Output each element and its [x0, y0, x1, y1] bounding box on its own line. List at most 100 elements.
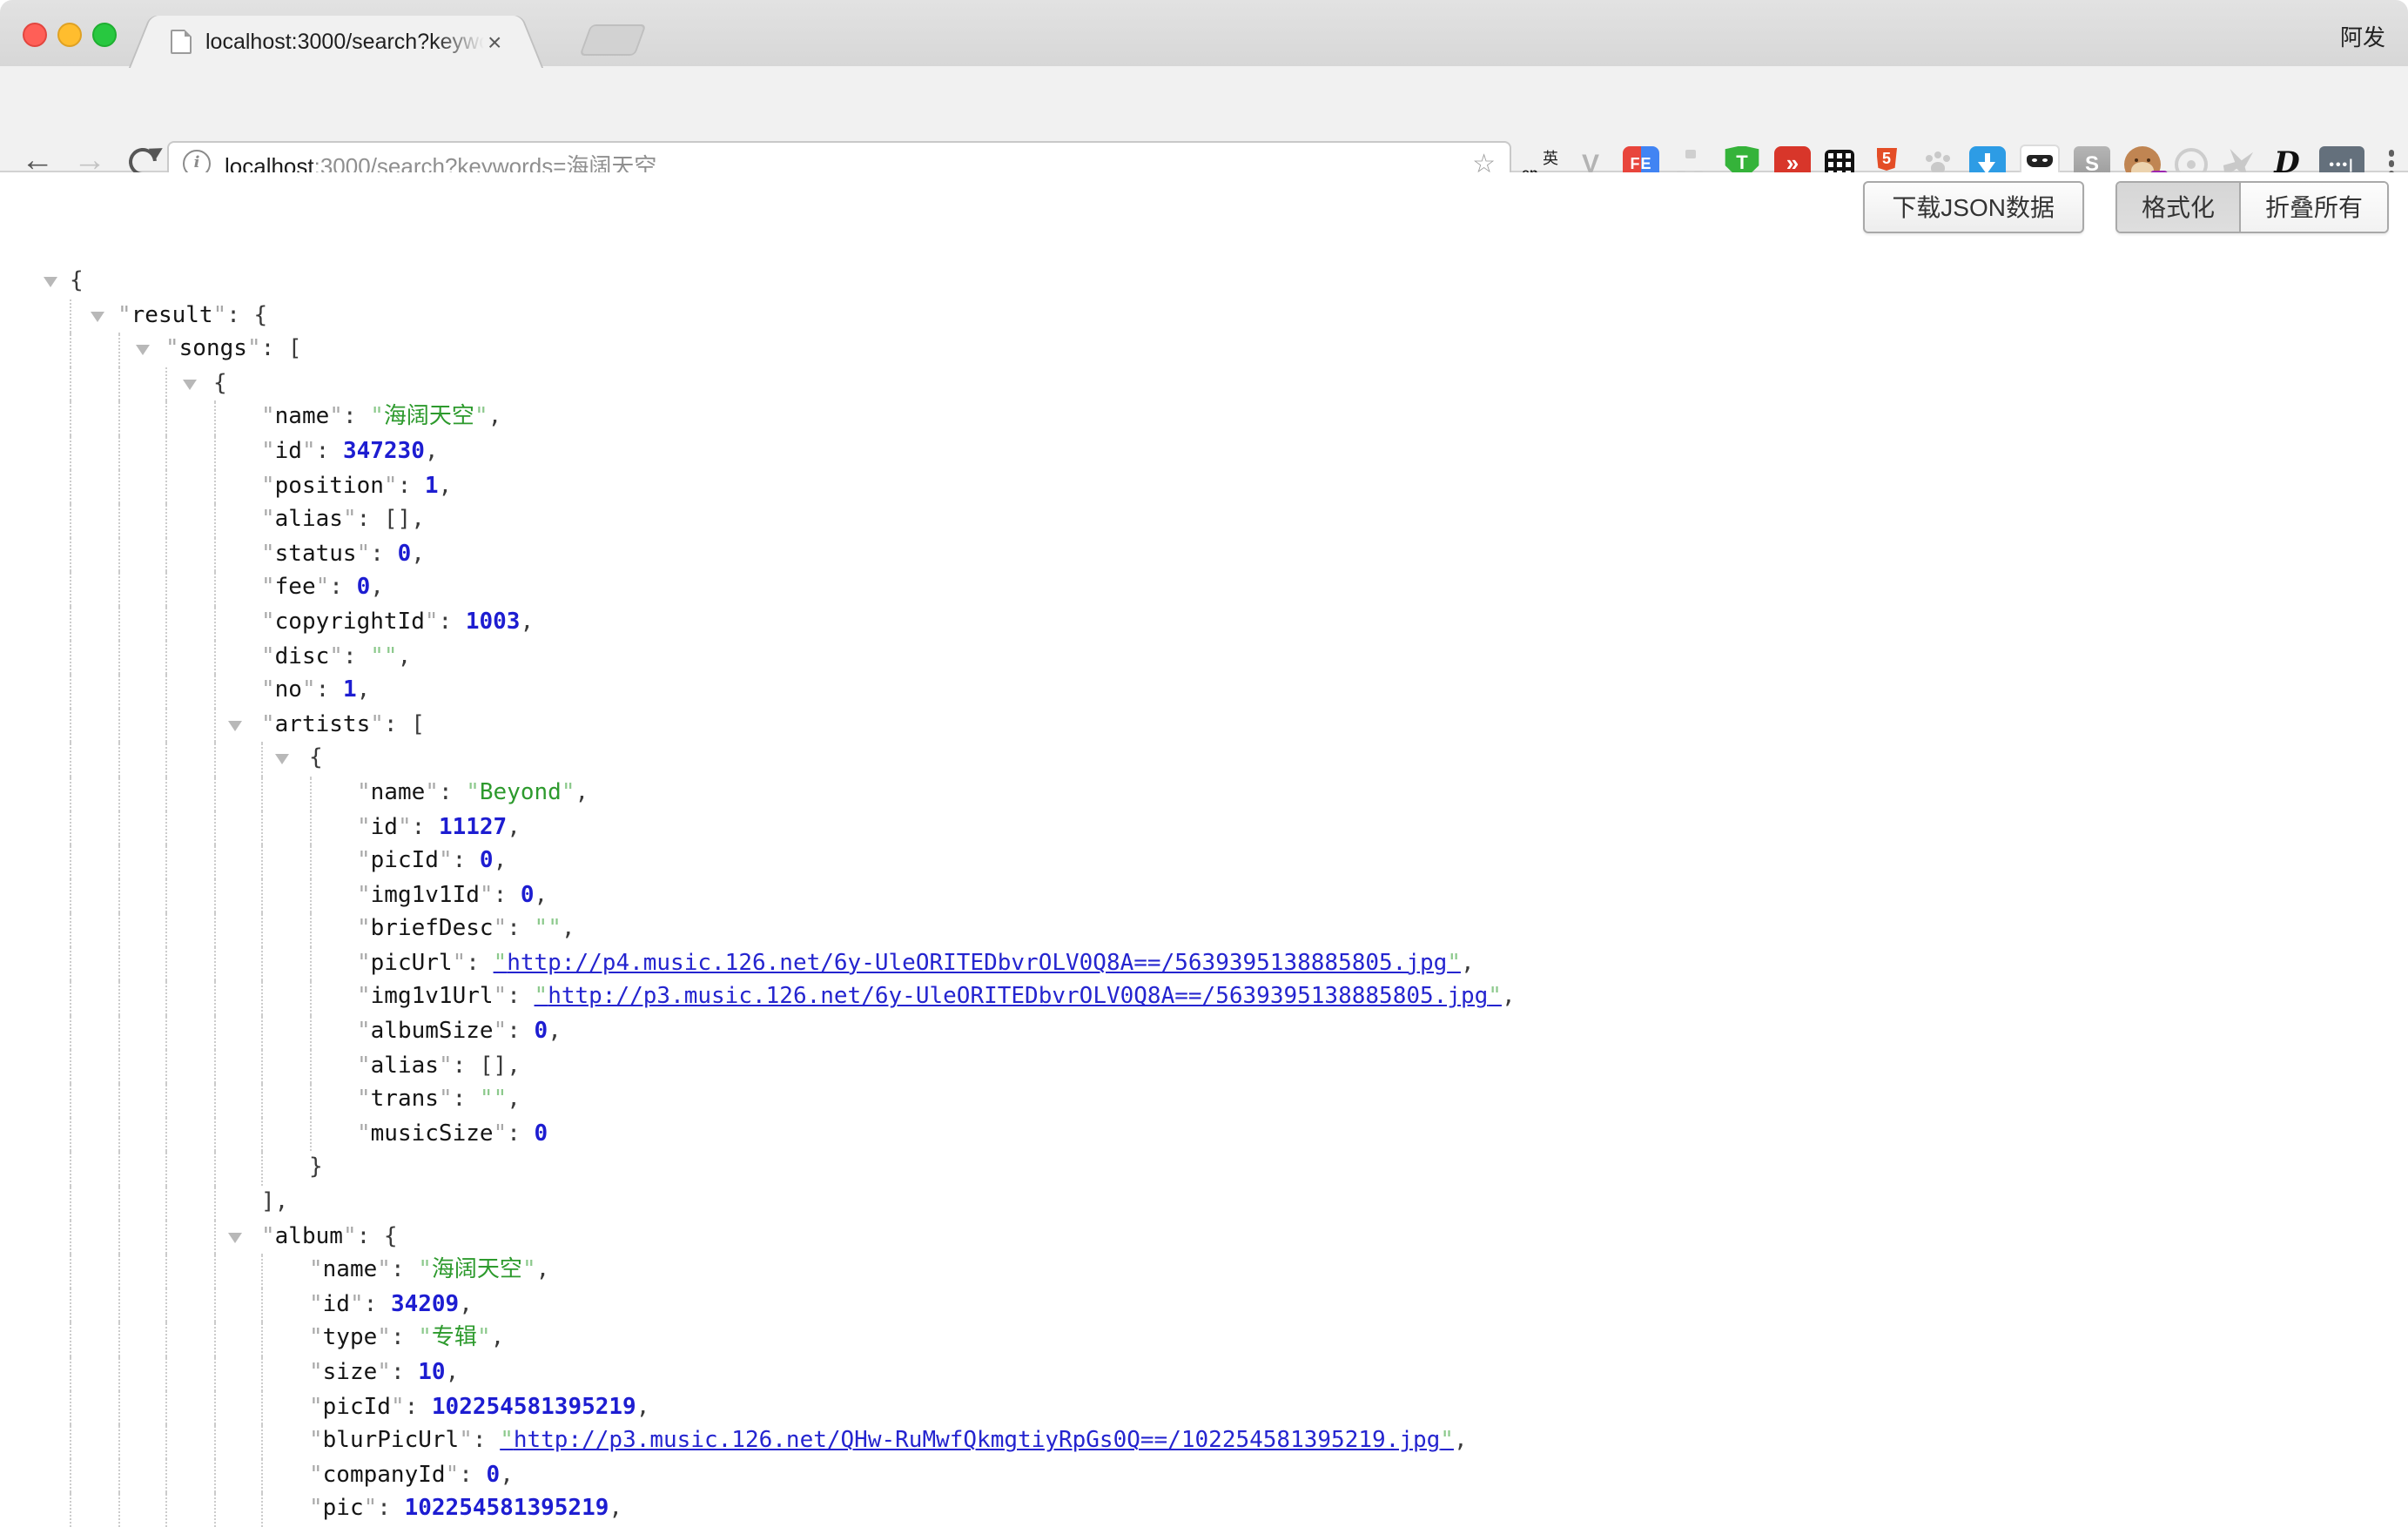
json-token: 0 [487, 1459, 501, 1493]
json-token: result [118, 299, 226, 333]
indent-guide [261, 1356, 309, 1390]
indent-guide [70, 1424, 118, 1458]
json-link[interactable]: http://p4.music.126.net/6y-UleORITEDbvrO… [494, 947, 1461, 981]
json-token: : [473, 1424, 500, 1458]
indent-guide [309, 947, 357, 981]
json-token: , [536, 1254, 550, 1288]
tab-strip: localhost:3000/search?keywor × 阿发 [0, 0, 2408, 68]
json-token: , [520, 606, 534, 640]
json-token: : [398, 469, 425, 503]
json-token: : { [226, 299, 267, 333]
indent-guide [118, 1015, 165, 1049]
browser-menu-icon[interactable] [2388, 150, 2394, 156]
json-row: size: 10, [0, 1356, 2408, 1390]
json-row: img1v1Url: http://p3.music.126.net/6y-Ul… [0, 981, 2408, 1015]
json-token: : [ [261, 333, 302, 367]
collapse-toggle-icon[interactable] [44, 277, 57, 287]
collapse-toggle-icon[interactable] [136, 345, 150, 355]
json-token: 0 [480, 844, 494, 878]
json-token: : [439, 606, 466, 640]
indent-guide [261, 1459, 309, 1493]
indent-guide [118, 435, 165, 469]
collapse-toggle-icon[interactable] [182, 380, 196, 390]
json-row: name: 海阔天空, [0, 401, 2408, 435]
json-token: type [309, 1322, 391, 1356]
indent-guide [213, 1049, 261, 1083]
json-link[interactable]: http://p3.music.126.net/QHw-RuMwfQkmgtiy… [500, 1424, 1454, 1458]
indent-guide [70, 1493, 118, 1527]
indent-guide [165, 1084, 213, 1118]
indent-guide [165, 1186, 213, 1220]
json-row: id: 11127, [0, 811, 2408, 844]
indent-guide [165, 1322, 213, 1356]
indent-guide [165, 811, 213, 844]
indent-guide [309, 878, 357, 912]
json-token: , [535, 878, 548, 912]
json-row: pic: 102254581395219, [0, 1493, 2408, 1527]
minimize-window-button[interactable] [57, 23, 82, 47]
tab-title: localhost:3000/search?keywor [205, 30, 484, 54]
indent-guide [213, 469, 261, 503]
indent-guide [213, 743, 261, 777]
json-token: Beyond [466, 777, 575, 811]
json-token: picUrl [357, 947, 466, 981]
indent-guide [165, 1288, 213, 1322]
json-token: img1v1Url [357, 981, 507, 1015]
json-row: alias: [], [0, 503, 2408, 537]
zoom-window-button[interactable] [92, 23, 117, 47]
tab-close-icon[interactable]: × [488, 30, 501, 54]
collapse-toggle-icon[interactable] [90, 311, 104, 321]
json-row: picId: 102254581395219, [0, 1390, 2408, 1424]
format-button[interactable]: 格式化 [2117, 183, 2239, 232]
json-token: 347230 [343, 435, 425, 469]
json-tree: {result: {songs: [{name: 海阔天空,id: 347230… [0, 265, 2408, 1527]
json-token: : [466, 947, 493, 981]
indent-guide [213, 1322, 261, 1356]
json-token: : [459, 1459, 486, 1493]
json-token: : [453, 1084, 480, 1118]
collapse-toggle-icon[interactable] [228, 1232, 242, 1242]
json-token: ], [261, 1186, 288, 1220]
indent-guide [70, 1356, 118, 1390]
download-json-button[interactable]: 下载JSON数据 [1862, 181, 2084, 233]
json-row: no: 1, [0, 674, 2408, 708]
indent-guide [261, 1254, 309, 1288]
indent-guide [213, 538, 261, 572]
indent-guide [70, 606, 118, 640]
json-token: , [507, 811, 521, 844]
collapse-toggle-icon[interactable] [228, 720, 242, 730]
json-token: artists [261, 708, 384, 742]
indent-guide [165, 674, 213, 708]
indent-guide [213, 1390, 261, 1424]
json-token: : [391, 1254, 418, 1288]
indent-guide [213, 1493, 261, 1527]
browser-tab[interactable]: localhost:3000/search?keywor × [160, 16, 512, 68]
json-row: songs: [ [0, 333, 2408, 367]
indent-guide [70, 1049, 118, 1083]
json-row: picId: 0, [0, 844, 2408, 878]
profile-name[interactable]: 阿发 [2340, 19, 2385, 52]
json-token: 1003 [466, 606, 521, 640]
indent-guide [165, 708, 213, 742]
json-token [370, 640, 397, 674]
indent-guide [165, 913, 213, 947]
json-link[interactable]: http://p3.music.126.net/6y-UleORITEDbvrO… [535, 981, 1502, 1015]
indent-guide [261, 878, 309, 912]
indent-guide [309, 777, 357, 811]
collapse-toggle-icon[interactable] [274, 755, 288, 765]
indent-guide [70, 743, 118, 777]
indent-guide [309, 981, 357, 1015]
json-row: copyrightId: 1003, [0, 606, 2408, 640]
json-row: fee: 0, [0, 572, 2408, 606]
indent-guide [165, 640, 213, 674]
json-row: name: 海阔天空, [0, 1254, 2408, 1288]
json-token: : { [357, 1220, 398, 1254]
json-row: blurPicUrl: http://p3.music.126.net/QHw-… [0, 1424, 2408, 1458]
indent-guide [70, 1084, 118, 1118]
collapse-all-button[interactable]: 折叠所有 [2239, 183, 2387, 232]
json-token: : [507, 981, 534, 1015]
indent-guide [213, 1118, 261, 1152]
indent-guide [118, 913, 165, 947]
close-window-button[interactable] [23, 23, 47, 47]
new-tab-button[interactable] [579, 24, 646, 56]
